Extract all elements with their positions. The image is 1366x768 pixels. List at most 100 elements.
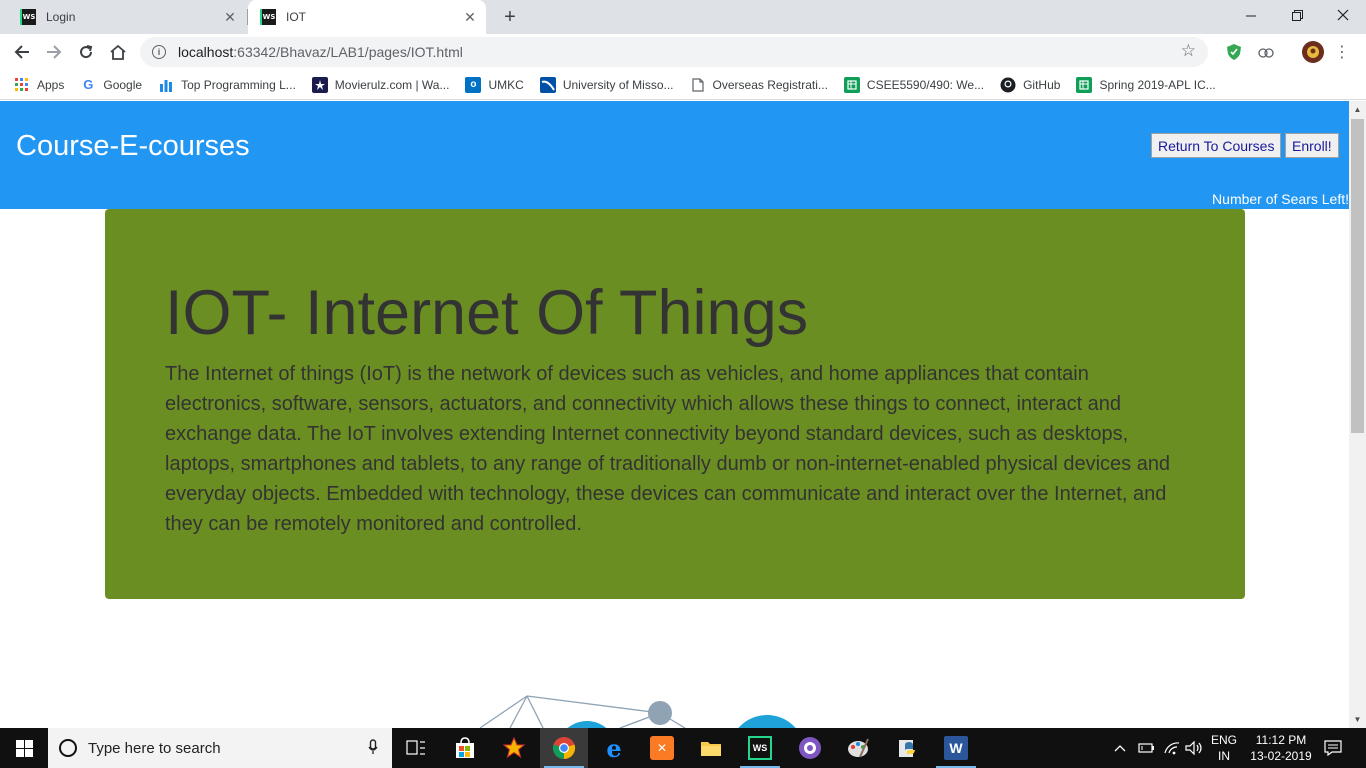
back-button[interactable] bbox=[8, 38, 36, 66]
bookmarks-bar: Apps G Google Top Programming L... Movie… bbox=[0, 70, 1366, 100]
page-scrollbar[interactable]: ▲ ▼ bbox=[1349, 101, 1366, 728]
bookmark-csee[interactable]: CSEE5590/490: We... bbox=[843, 76, 985, 93]
taskbar-chrome[interactable] bbox=[540, 728, 588, 768]
taskbar-store[interactable] bbox=[441, 728, 489, 768]
menu-dots-icon[interactable]: ⋮ bbox=[1332, 42, 1352, 62]
bookmark-university[interactable]: University of Misso... bbox=[539, 76, 674, 93]
region-code: IN bbox=[1218, 749, 1230, 763]
arrow-left-icon bbox=[14, 45, 29, 59]
cortana-icon bbox=[59, 739, 77, 757]
cloud-extension-icon[interactable] bbox=[1256, 42, 1276, 62]
restore-icon bbox=[1291, 9, 1303, 21]
chrome-icon bbox=[552, 737, 576, 760]
taskbar-pinned-star[interactable] bbox=[490, 728, 538, 768]
taskbar-word[interactable]: W bbox=[932, 728, 980, 768]
notification-center-icon[interactable] bbox=[1324, 728, 1342, 768]
taskbar-webstorm[interactable]: WS bbox=[736, 728, 784, 768]
github-desktop-icon bbox=[799, 737, 821, 759]
restore-button[interactable] bbox=[1274, 0, 1320, 30]
task-view-button[interactable] bbox=[392, 728, 440, 768]
reload-icon bbox=[80, 45, 93, 59]
info-icon[interactable]: i bbox=[152, 45, 166, 59]
bookmark-apps[interactable]: Apps bbox=[14, 77, 64, 93]
task-view-icon bbox=[406, 740, 425, 755]
taskbar-edge[interactable]: e bbox=[590, 728, 638, 768]
bookmark-umkc[interactable]: o UMKC bbox=[465, 76, 524, 93]
minimize-icon bbox=[1245, 15, 1256, 16]
search-placeholder: Type here to search bbox=[88, 739, 221, 757]
wifi-icon[interactable] bbox=[1163, 728, 1181, 768]
browser-toolbar: i localhost:63342/Bhavaz/LAB1/pages/IOT.… bbox=[0, 34, 1366, 70]
forward-button[interactable] bbox=[40, 38, 68, 66]
apps-grid-icon bbox=[14, 77, 30, 93]
github-icon bbox=[1000, 76, 1017, 93]
tab-iot[interactable]: WS IOT ✕ bbox=[248, 0, 486, 34]
shield-extension-icon[interactable] bbox=[1224, 42, 1244, 62]
bookmark-spring-apl[interactable]: Spring 2019-APL IC... bbox=[1076, 76, 1216, 93]
bookmark-label: UMKC bbox=[488, 77, 524, 92]
reload-button[interactable] bbox=[72, 38, 100, 66]
close-icon[interactable]: ✕ bbox=[220, 9, 240, 26]
bookmark-label: University of Misso... bbox=[562, 77, 674, 92]
clock-date: 13-02-2019 bbox=[1250, 749, 1312, 763]
university-icon bbox=[539, 76, 556, 93]
close-window-button[interactable] bbox=[1320, 0, 1366, 30]
taskbar-paint[interactable] bbox=[834, 728, 882, 768]
volume-icon[interactable] bbox=[1185, 728, 1203, 768]
scrollbar-thumb[interactable] bbox=[1351, 119, 1364, 433]
course-jumbotron: IOT- Internet Of Things The Internet of … bbox=[105, 209, 1245, 599]
page-viewport: Course-E-courses Return To Courses Enrol… bbox=[0, 101, 1349, 728]
bookmark-label: Movierulz.com | Wa... bbox=[334, 77, 450, 92]
network-illustration bbox=[479, 695, 796, 728]
bookmark-top-programming[interactable]: Top Programming L... bbox=[158, 77, 296, 93]
tab-strip: WS Login ✕ WS IOT ✕ + bbox=[0, 0, 1366, 34]
tab-title: Login bbox=[46, 10, 76, 24]
bookmark-label: CSEE5590/490: We... bbox=[866, 77, 985, 92]
battery-icon[interactable] bbox=[1138, 728, 1156, 768]
microphone-icon[interactable] bbox=[360, 738, 386, 758]
taskbar-github-desktop[interactable] bbox=[786, 728, 834, 768]
taskbar-file-explorer[interactable] bbox=[687, 728, 735, 768]
site-header: Course-E-courses Return To Courses Enrol… bbox=[0, 101, 1349, 209]
home-button[interactable] bbox=[104, 38, 132, 66]
bookmark-google[interactable]: G Google bbox=[80, 77, 142, 93]
store-icon bbox=[456, 737, 474, 758]
bookmark-label: Spring 2019-APL IC... bbox=[1099, 77, 1216, 92]
new-tab-button[interactable]: + bbox=[498, 5, 522, 29]
webstorm-icon: WS bbox=[260, 9, 276, 25]
taskbar-python[interactable] bbox=[884, 728, 932, 768]
chart-icon bbox=[158, 77, 174, 93]
close-icon[interactable]: ✕ bbox=[460, 9, 480, 26]
bookmark-movierulz[interactable]: Movierulz.com | Wa... bbox=[311, 76, 450, 93]
site-title: Course-E-courses bbox=[16, 130, 250, 162]
scroll-up-icon[interactable]: ▲ bbox=[1349, 101, 1366, 118]
document-icon bbox=[690, 77, 706, 93]
language-indicator[interactable]: ENG IN bbox=[1208, 732, 1240, 764]
scroll-down-icon[interactable]: ▼ bbox=[1349, 711, 1366, 728]
enroll-button[interactable]: Enroll! bbox=[1285, 133, 1339, 158]
bookmark-github[interactable]: GitHub bbox=[1000, 76, 1061, 93]
tray-chevron-up-icon[interactable] bbox=[1114, 728, 1126, 768]
avatar[interactable] bbox=[1302, 41, 1324, 63]
language-code: ENG bbox=[1210, 733, 1237, 747]
bookmark-label: GitHub bbox=[1023, 77, 1061, 92]
word-icon: W bbox=[944, 736, 968, 760]
close-icon bbox=[1337, 9, 1349, 21]
tab-title: IOT bbox=[286, 10, 306, 24]
sheets-icon bbox=[1076, 76, 1093, 93]
home-icon bbox=[110, 44, 126, 60]
taskbar-xampp[interactable]: ✕ bbox=[638, 728, 686, 768]
paint-palette-icon bbox=[848, 738, 869, 758]
google-icon: G bbox=[83, 77, 94, 92]
windows-taskbar: Type here to search e ✕ WS W ENG IN 11:1… bbox=[0, 728, 1366, 768]
tab-login[interactable]: WS Login ✕ bbox=[8, 0, 246, 34]
bookmark-label: Top Programming L... bbox=[181, 77, 296, 92]
minimize-button[interactable] bbox=[1228, 0, 1274, 30]
star-icon[interactable]: ☆ bbox=[1181, 41, 1196, 61]
taskbar-search[interactable]: Type here to search bbox=[48, 728, 392, 768]
bookmark-overseas[interactable]: Overseas Registrati... bbox=[690, 77, 828, 93]
return-to-courses-button[interactable]: Return To Courses bbox=[1151, 133, 1282, 158]
start-button[interactable] bbox=[0, 728, 48, 768]
clock[interactable]: 11:12 PM 13-02-2019 bbox=[1246, 732, 1316, 764]
address-bar[interactable]: i localhost:63342/Bhavaz/LAB1/pages/IOT.… bbox=[140, 37, 1208, 67]
